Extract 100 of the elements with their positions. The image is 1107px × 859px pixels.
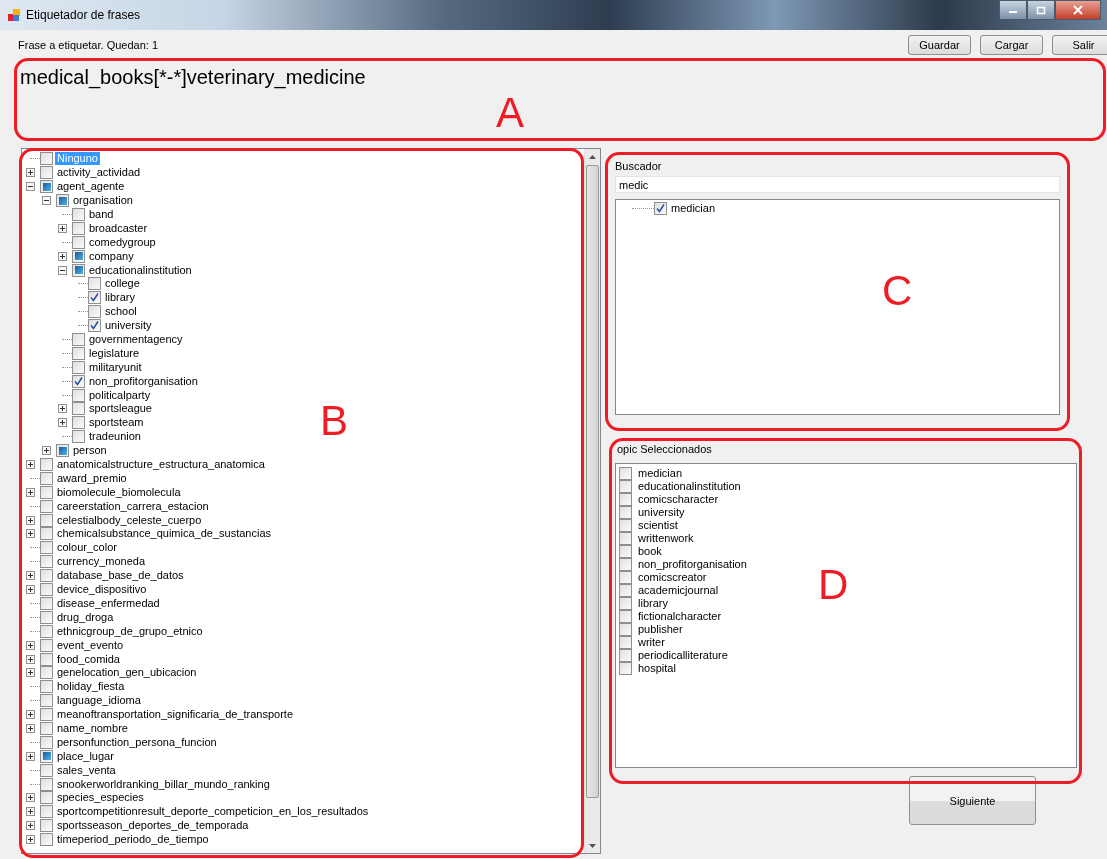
tree-item[interactable]: currency_moneda [55,555,148,569]
tree-item[interactable]: holiday_fiesta [55,680,127,694]
checkbox[interactable] [619,610,632,623]
expand-icon[interactable] [26,821,35,831]
topic-item[interactable]: writtenwork [636,532,696,545]
checkbox[interactable] [40,763,53,777]
checkbox[interactable] [72,360,85,374]
topic-item[interactable]: non_profitorganisation [636,558,749,571]
tree-item[interactable]: meanoftransportation_significaria_de_transporte [55,708,296,722]
expand-icon[interactable] [26,571,35,581]
topic-item[interactable]: book [636,545,664,558]
checkbox[interactable] [72,333,85,346]
tree-item[interactable]: politicalparty [87,388,153,402]
tree-item[interactable]: name_nombre [55,721,130,735]
tree-item[interactable]: company [87,249,136,263]
tree-item[interactable]: language_idioma [55,694,143,708]
expand-icon[interactable] [26,751,35,761]
expand-icon[interactable] [26,460,35,470]
tree-item[interactable]: award_premio [55,471,129,485]
checkbox[interactable] [619,571,632,584]
checkbox[interactable] [40,791,53,805]
checkbox[interactable] [40,708,53,722]
collapse-icon[interactable] [58,265,67,275]
tree-item[interactable]: medician [669,202,718,216]
expand-icon[interactable] [26,793,35,803]
topic-item[interactable]: academicjournal [636,584,721,597]
next-button[interactable]: Siguiente [909,776,1036,825]
checkbox[interactable] [619,649,632,662]
tree-item[interactable]: device_dispositivo [55,583,149,597]
expand-icon[interactable] [26,668,35,678]
tree-item[interactable]: anatomicalstructure_estructura_anatomica [55,458,267,472]
expand-icon[interactable] [26,168,35,178]
checkbox[interactable] [40,541,53,555]
load-button[interactable]: Cargar [980,35,1043,55]
checkbox[interactable] [619,558,632,571]
tree-item[interactable]: food_comida [55,652,122,666]
expand-icon[interactable] [26,515,35,525]
checkbox[interactable] [40,499,53,513]
tree-item[interactable]: biomolecule_biomolecula [55,485,183,499]
topic-item[interactable]: comicscreator [636,571,709,584]
tree-item[interactable]: place_lugar [55,749,116,763]
checkbox[interactable] [40,596,53,610]
checkbox[interactable] [40,583,53,597]
checkbox[interactable] [72,374,85,388]
tree-item[interactable]: tradeunion [87,430,143,444]
expand-icon[interactable] [58,404,67,414]
exit-button[interactable]: Salir [1052,35,1107,55]
checkbox[interactable] [40,485,53,499]
tree-item[interactable]: college [103,277,142,291]
checkbox[interactable] [72,388,85,402]
checkbox[interactable] [619,597,632,610]
topic-item[interactable]: comicscharacter [636,493,721,506]
checkbox[interactable] [40,777,53,791]
tree-item[interactable]: legislature [87,346,142,360]
checkbox[interactable] [40,805,53,819]
checkbox[interactable] [40,152,53,166]
topic-item[interactable]: periodicalliterature [636,649,730,662]
expand-icon[interactable] [58,223,67,233]
checkbox[interactable] [72,346,85,360]
close-button[interactable] [1055,0,1101,20]
tree-item[interactable]: non_profitorganisation [87,374,200,388]
checkbox[interactable] [619,467,632,480]
checkbox[interactable] [40,721,53,735]
collapse-icon[interactable] [26,182,35,192]
checkbox[interactable] [40,638,53,652]
checkbox[interactable] [72,402,85,416]
checkbox[interactable] [40,652,53,666]
tree-item[interactable]: species_especies [55,791,146,805]
tree-item[interactable]: school [103,305,139,319]
scroll-thumb[interactable] [586,165,599,798]
checkbox[interactable] [72,208,85,221]
checkbox[interactable] [88,291,101,305]
save-button[interactable]: Guardar [908,35,971,55]
checkbox[interactable] [72,235,85,249]
expand-icon[interactable] [26,654,35,664]
checkbox[interactable] [40,569,53,583]
expand-icon[interactable] [58,251,67,261]
expand-icon[interactable] [26,835,35,845]
checkbox[interactable] [619,623,632,636]
checkbox[interactable] [72,430,85,444]
search-field[interactable]: medic [615,176,1060,193]
scrollbar[interactable] [584,149,600,853]
checkbox[interactable] [619,636,632,649]
checkbox[interactable] [40,166,53,180]
checkbox[interactable] [88,305,101,319]
tree-item[interactable]: drug_droga [55,610,116,624]
checkbox[interactable] [40,819,53,833]
checkbox[interactable] [619,493,632,506]
topic-item[interactable]: fictionalcharacter [636,610,724,623]
tree-item[interactable]: agent_agente [55,180,127,194]
tree-item[interactable]: sportsseason_deportes_de_temporada [55,819,251,833]
expand-icon[interactable] [26,585,35,595]
checkbox[interactable] [619,545,632,558]
tree-item[interactable]: personfunction_persona_funcion [55,735,219,749]
tree-item[interactable]: organisation [71,194,135,208]
tree-item[interactable]: snookerworldranking_billar_mundo_ranking [55,777,272,791]
checkbox[interactable] [654,202,667,216]
checkbox[interactable] [619,584,632,597]
checkbox[interactable] [40,610,53,624]
tree-item[interactable]: disease_enfermedad [55,596,162,610]
